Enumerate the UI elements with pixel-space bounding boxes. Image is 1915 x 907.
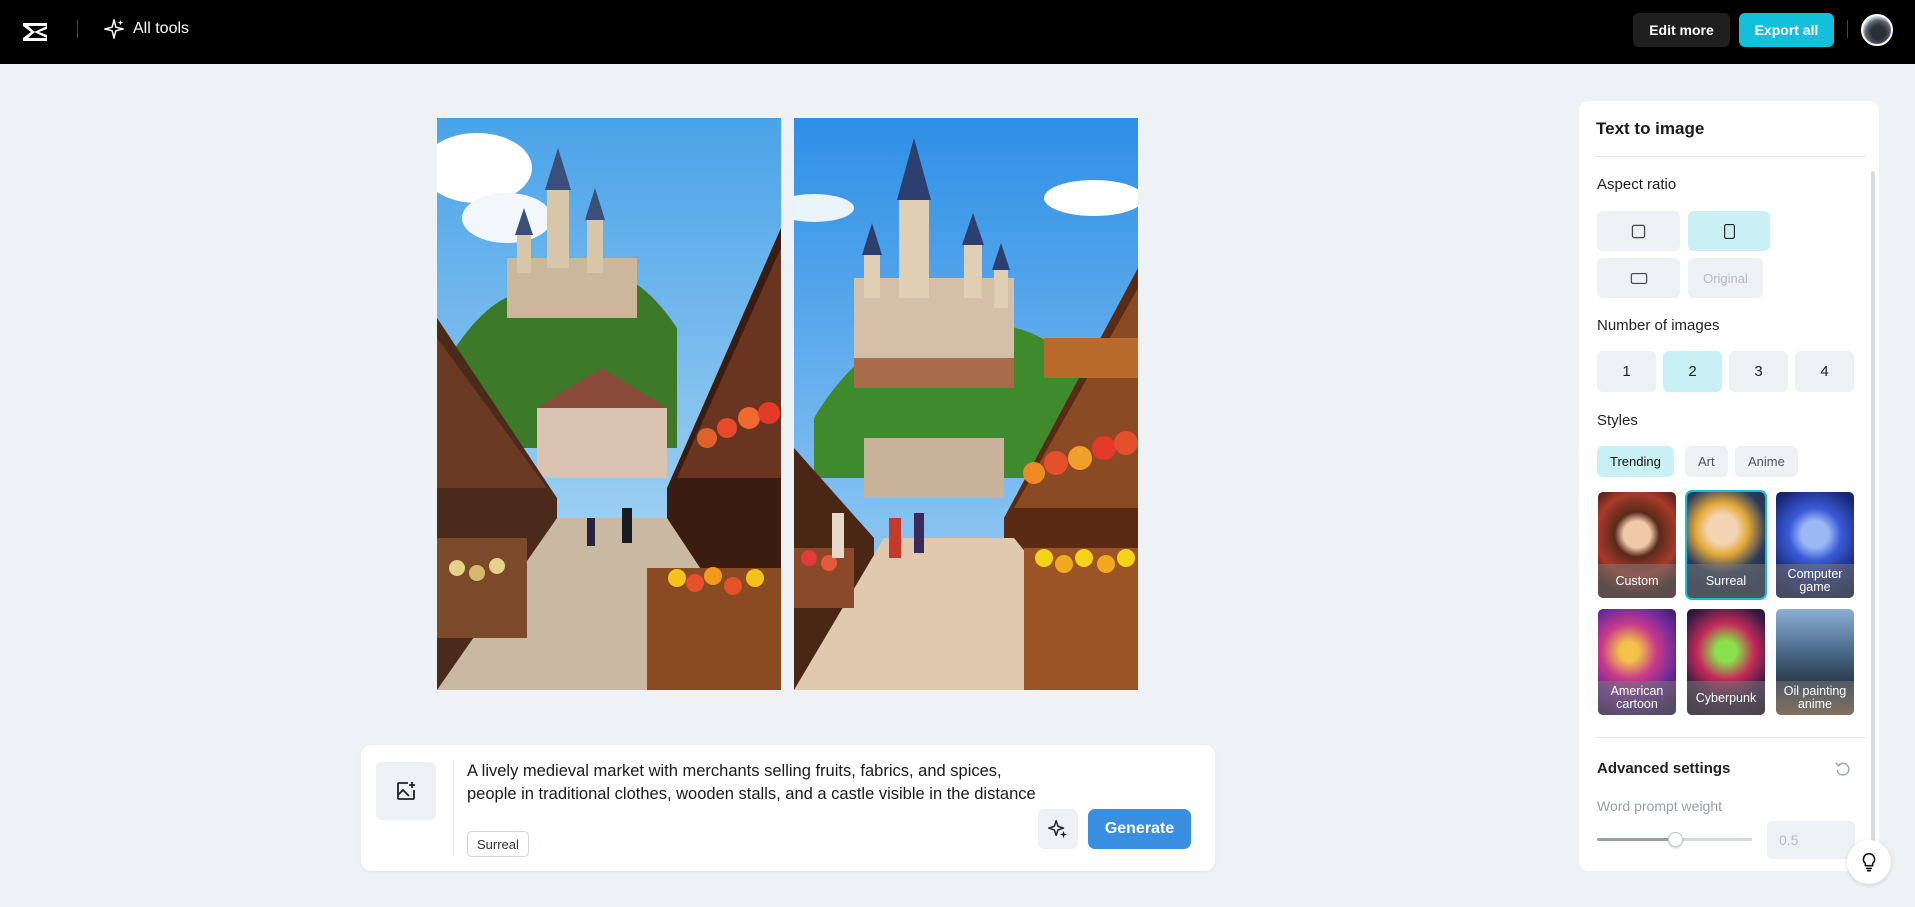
all-tools-label: All tools <box>133 20 190 37</box>
slider-fill <box>1597 838 1675 841</box>
number-option-1[interactable]: 1 <box>1597 351 1656 392</box>
advanced-settings-label[interactable]: Advanced settings <box>1597 760 1730 777</box>
style-card-label: American cartoon <box>1598 681 1676 715</box>
word-prompt-weight-label: Word prompt weight <box>1597 798 1723 814</box>
style-card-label: Computer game <box>1776 564 1854 598</box>
text-to-image-panel: Text to image Aspect ratio Original Numb… <box>1579 101 1879 871</box>
style-card-cyberpunk[interactable]: Cyberpunk <box>1687 609 1765 715</box>
style-card-label: Oil painting anime <box>1776 681 1854 715</box>
aspect-landscape-button[interactable] <box>1597 258 1680 298</box>
tab-anime[interactable]: Anime <box>1735 446 1798 477</box>
aspect-square-button[interactable] <box>1597 211 1680 251</box>
divider <box>1596 156 1866 157</box>
style-card-american-cartoon[interactable]: American cartoon <box>1598 609 1676 715</box>
style-card-computer-game[interactable]: Computer game <box>1776 492 1854 598</box>
style-tag[interactable]: Surreal <box>467 831 529 857</box>
style-card-surreal[interactable]: Surreal <box>1685 490 1767 600</box>
word-prompt-weight-slider[interactable] <box>1597 832 1752 847</box>
style-card-label: Cyberpunk <box>1687 681 1765 715</box>
styles-label: Styles <box>1597 412 1638 429</box>
lightbulb-icon <box>1862 852 1876 872</box>
sparkle-icon <box>104 19 124 39</box>
landscape-icon <box>1630 272 1647 284</box>
image-upload-icon <box>397 782 415 800</box>
number-of-images-label: Number of images <box>1597 317 1720 334</box>
portrait-icon <box>1723 223 1735 239</box>
divider <box>1847 20 1848 38</box>
all-tools-button[interactable]: All tools <box>103 18 189 40</box>
magic-enhance-button[interactable] <box>1038 809 1078 849</box>
style-card-label: Custom <box>1598 564 1676 598</box>
edit-more-button[interactable]: Edit more <box>1633 13 1730 47</box>
divider <box>453 760 454 856</box>
generated-image-2[interactable] <box>794 118 1138 690</box>
aspect-original-button[interactable]: Original <box>1688 258 1763 298</box>
generated-image-1[interactable] <box>437 118 781 690</box>
style-card-custom[interactable]: Custom <box>1598 492 1676 598</box>
aspect-ratio-label: Aspect ratio <box>1597 176 1677 193</box>
number-option-2[interactable]: 2 <box>1663 351 1722 392</box>
word-prompt-weight-input[interactable]: 0.5 <box>1767 821 1855 859</box>
tab-art[interactable]: Art <box>1685 446 1728 477</box>
number-option-3[interactable]: 3 <box>1729 351 1788 392</box>
top-bar: All tools Edit more Export all <box>0 0 1915 64</box>
square-icon <box>1631 224 1646 238</box>
magic-enhance-icon <box>1048 820 1068 839</box>
prompt-bar: A lively medieval market with merchants … <box>361 745 1215 871</box>
panel-scrollbar[interactable] <box>1871 171 1875 871</box>
style-card-oil-painting-anime[interactable]: Oil painting anime <box>1776 609 1854 715</box>
export-all-button[interactable]: Export all <box>1739 13 1834 47</box>
divider <box>77 20 78 38</box>
panel-title: Text to image <box>1596 119 1705 138</box>
divider <box>1596 737 1866 738</box>
aspect-portrait-button[interactable] <box>1688 211 1770 251</box>
tab-trending[interactable]: Trending <box>1597 446 1674 477</box>
reset-icon[interactable] <box>1834 760 1852 778</box>
help-button[interactable] <box>1847 840 1891 884</box>
generate-button[interactable]: Generate <box>1088 809 1191 849</box>
capcut-logo-icon[interactable] <box>20 17 50 47</box>
image-upload-button[interactable] <box>376 762 436 820</box>
prompt-input[interactable]: A lively medieval market with merchants … <box>467 760 1037 806</box>
number-option-4[interactable]: 4 <box>1795 351 1854 392</box>
slider-handle[interactable] <box>1667 832 1683 847</box>
style-card-label: Surreal <box>1687 564 1765 598</box>
avatar[interactable] <box>1861 14 1893 46</box>
